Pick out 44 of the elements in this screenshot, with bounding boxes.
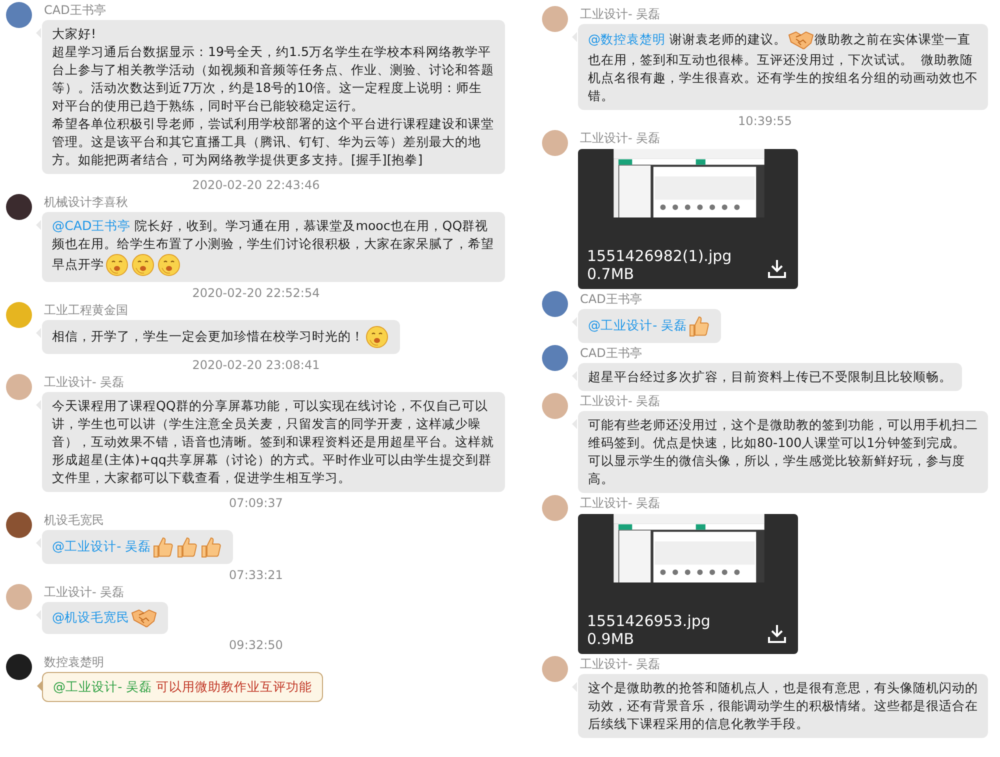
file-name: 1551426982(1).jpg xyxy=(587,247,732,265)
mention-link[interactable]: @工业设计- 吴磊 xyxy=(53,679,152,694)
sender-name: 工业设计- 吴磊 xyxy=(44,584,126,600)
message-text: 超星平台经过多次扩容，目前资料上传已不受限制且比较顺畅。 xyxy=(588,368,952,386)
sender-name: CAD王书亭 xyxy=(44,2,107,18)
image-thumbnail[interactable]: 1551426953.jpg 0.9MB xyxy=(578,514,798,654)
message-text: 大家好! xyxy=(52,25,98,43)
image-thumbnail[interactable]: 1551426982(1).jpg 0.7MB xyxy=(578,149,798,289)
file-name: 1551426953.jpg xyxy=(587,612,710,630)
message-text: @数控袁楚明 谢谢袁老师的建议。 微助教之前在实体课堂一直也在用，签到和互动也很棒。互评还没用过，下次试试。 微助教随机点名很有趣，学生很喜欢。还有学生的按组名分组的动画动效也不错。 xyxy=(588,29,978,105)
sender-name: 机械设计李喜秋 xyxy=(44,194,129,210)
message-text: 相信，开学了，学生一定会更加珍惜在校学习时光的！ xyxy=(52,325,390,349)
file-size: 0.7MB xyxy=(587,265,636,283)
sender-name: 工业设计- 吴磊 xyxy=(580,6,662,22)
sender-name: 工业设计- 吴磊 xyxy=(580,495,662,511)
timestamp: 2020-02-20 23:08:41 xyxy=(191,358,321,372)
timestamp: 07:09:37 xyxy=(228,496,284,510)
file-size: 0.9MB xyxy=(587,630,636,648)
sender-name: CAD王书亭 xyxy=(580,345,643,361)
mention-link[interactable]: @数控袁楚明 xyxy=(588,31,666,46)
sender-name: CAD王书亭 xyxy=(580,291,643,307)
message-text: 可能有些老师还没用过，这个是微助教的签到功能，可以用手机扫二维码签到。优点是快速，比如80-100人课堂可以1分钟签到完成。可以显示学生的微信头像，所以，学生感觉比较新鲜好玩，参与度高。 xyxy=(588,416,978,488)
timestamp: 10:39:55 xyxy=(737,114,793,128)
timestamp: 2020-02-20 22:43:46 xyxy=(191,178,321,192)
message-text: @CAD王书亭 院长好，收到。学习通在用，慕课堂及mooc也在用，QQ群视频也在用。给学生布置了小测验，学生们讨论很积极，大家在家呆腻了，希望早点开学 xyxy=(52,217,495,277)
sender-name: 工业设计- 吴磊 xyxy=(44,374,126,390)
timestamp: 07:33:21 xyxy=(228,568,284,582)
message-text: 希望各单位积极引导老师，尝试利用学校部署的这个平台进行课程建设和课堂管理。这是该平台和其它直播工具（腾讯、钉钉、华为云等）差别最大的地方。如能把两者结合，可为网络教学提供更多支持。[握手][抱拳] xyxy=(52,115,495,169)
mention-link[interactable]: @工业设计- 吴磊 xyxy=(588,317,688,332)
message-text: @工业设计- 吴磊 可以用微助教作业互评功能 xyxy=(53,678,312,696)
mention-link[interactable]: @工业设计- 吴磊 xyxy=(52,538,152,554)
message-text: 超星学习通后台数据显示：19号全天，约1.5万名学生在学校本科网络教学平台上参与了相关教学活动（如视频和音频等任务点、作业、测验、讨论和答题等）。活动次数达到近7万次，约是18号的10倍。这一定程度上说明：师生对平台的使用已趋于熟练，同时平台已能较稳定运行。 xyxy=(52,43,495,115)
message-text: 这个是微助教的抢答和随机点人，也是很有意思，有头像随机闪动的动效，还有背景音乐，很能调动学生的积极情绪。这些都是很适合在后续线下课程采用的信息化教学手段。 xyxy=(588,679,978,733)
sender-name: 工业设计- 吴磊 xyxy=(580,656,662,672)
timestamp: 2020-02-20 22:52:54 xyxy=(191,286,321,300)
mention-link[interactable]: @CAD王书亭 xyxy=(52,218,131,233)
mention-link[interactable]: @机设毛宽民 xyxy=(52,609,130,624)
sender-name: 工业工程黄金国 xyxy=(44,302,129,318)
sender-name: 工业设计- 吴磊 xyxy=(580,393,662,409)
message-text: 今天课程用了课程QQ群的分享屏幕功能，可以实现在线讨论，不仅自己可以讲，学生也可以讲（学生注意全员关麦，只留发言的同学开麦，这样减少噪音），互动效果不错，语音也清晰。签到和课程资料还是用超星平台。这样就形成超星(主体)+qq共享屏幕（讨论）的方式。平时作业可以由学生提交到群文件里，大家都可以下载查看，促进学生相互学习。 xyxy=(52,397,495,487)
sender-name: 机设毛宽民 xyxy=(44,512,105,528)
sender-name: 工业设计- 吴磊 xyxy=(580,130,662,146)
sender-name: 数控袁楚明 xyxy=(44,654,105,670)
timestamp: 09:32:50 xyxy=(228,638,284,652)
